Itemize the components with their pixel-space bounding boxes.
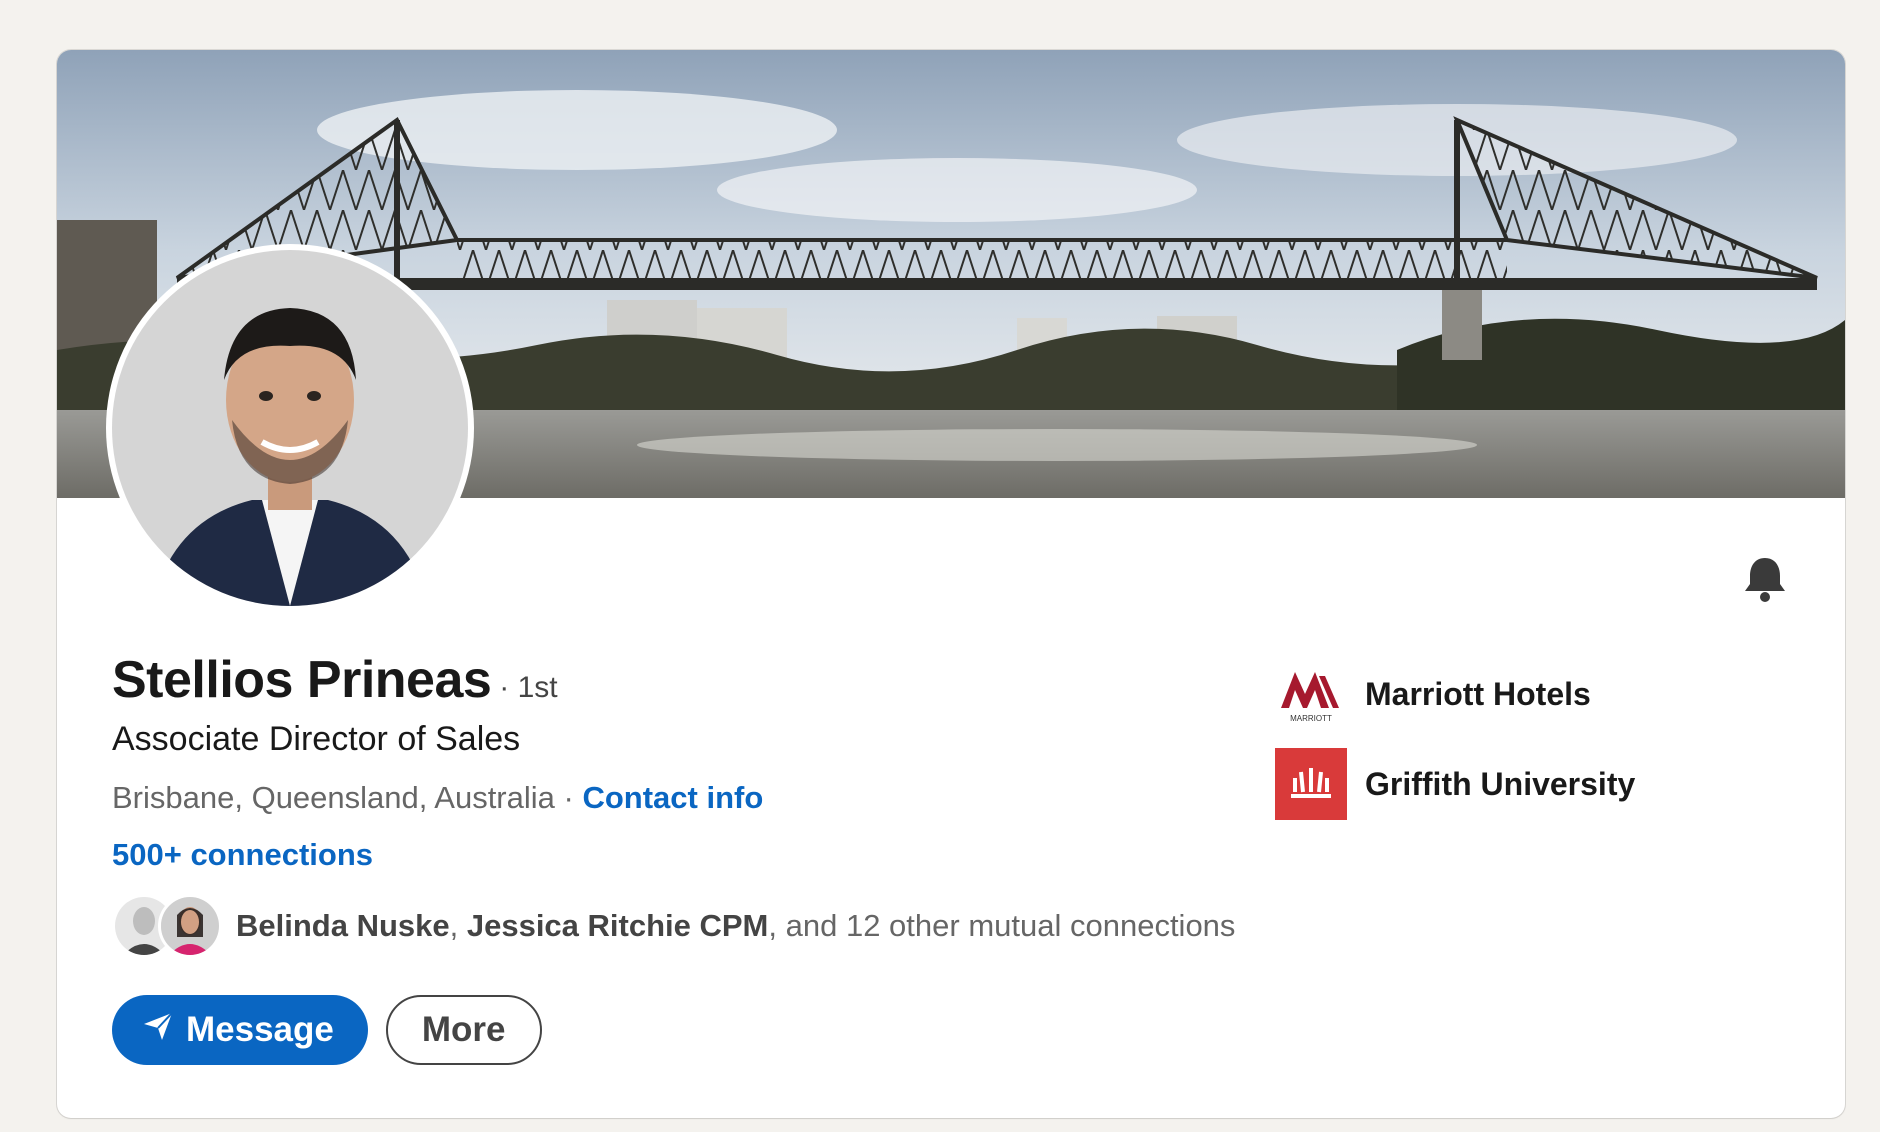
more-button-label: More [421, 1010, 506, 1049]
message-button-label: Message [186, 1010, 334, 1049]
mutual-avatar-2 [158, 894, 222, 958]
profile-avatar[interactable] [112, 250, 468, 606]
mutual-person-1[interactable]: Belinda Nuske [236, 908, 450, 943]
mutual-person-2[interactable]: Jessica Ritchie CPM [467, 908, 769, 943]
org-marriott[interactable]: MARRIOTT Marriott Hotels [1275, 658, 1635, 730]
contact-info-link[interactable]: Contact info [582, 780, 763, 815]
bell-icon[interactable] [1737, 550, 1793, 606]
org-list: MARRIOTT Marriott Hotels Griffith Univer… [1275, 658, 1635, 838]
profile-headline: Associate Director of Sales [112, 720, 521, 758]
connection-degree: · 1st [499, 671, 558, 704]
message-button[interactable]: Message [112, 995, 368, 1065]
marriott-logo: MARRIOTT [1275, 658, 1347, 730]
location-separator: · [554, 780, 583, 815]
profile-actions: Message More [112, 995, 542, 1065]
mutual-separator: , [449, 908, 467, 943]
name-row: Stellios Prineas · 1st [112, 650, 558, 710]
profile-location: Brisbane, Queensland, Australia [112, 780, 555, 815]
org-name-marriott: Marriott Hotels [1365, 675, 1591, 712]
mutual-rest: , and 12 other mutual connections [768, 908, 1236, 943]
mutual-connections[interactable]: Belinda Nuske, Jessica Ritchie CPM, and … [112, 894, 1235, 958]
connections-link[interactable]: 500+ connections [112, 837, 373, 873]
mutual-text: Belinda Nuske, Jessica Ritchie CPM, and … [236, 908, 1235, 944]
more-button[interactable]: More [385, 995, 542, 1065]
profile-name: Stellios Prineas [112, 651, 492, 709]
griffith-logo [1275, 748, 1347, 820]
location-row: Brisbane, Queensland, Australia · Contac… [112, 780, 763, 816]
send-icon [142, 1010, 174, 1051]
org-griffith[interactable]: Griffith University [1275, 748, 1635, 820]
marriott-logo-text: MARRIOTT [1290, 714, 1332, 723]
profile-card: Stellios Prineas · 1st Associate Directo… [57, 50, 1845, 1118]
org-name-griffith: Griffith University [1365, 765, 1636, 802]
